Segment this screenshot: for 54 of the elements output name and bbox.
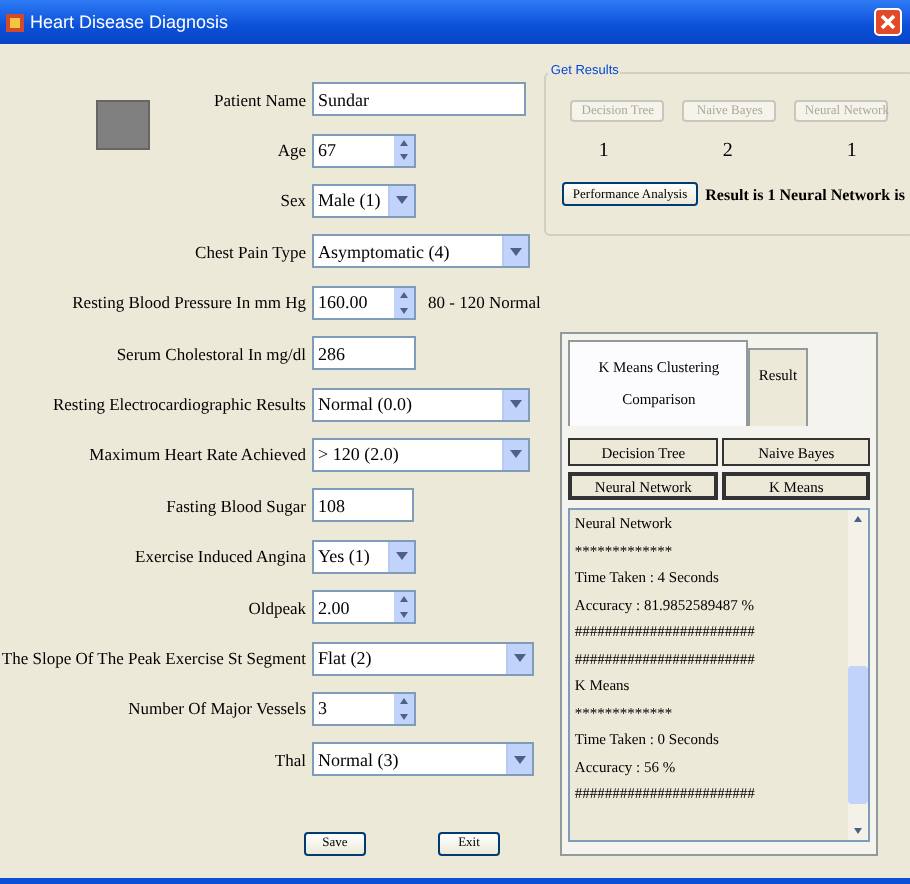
- field-label: Exercise Induced Angina: [135, 546, 306, 567]
- prediction-value: 1: [846, 140, 857, 162]
- field-label: Serum Cholestoral In mg/dl: [116, 343, 306, 364]
- field-label: The Slope Of The Peak Exercise St Segment: [1, 648, 306, 669]
- spin-field[interactable]: 2.00: [312, 590, 416, 625]
- app-icon: [6, 13, 24, 31]
- down-arrow-icon[interactable]: [400, 713, 408, 720]
- hint-text: 80 - 120 Normal: [428, 292, 541, 313]
- scroll-thumb[interactable]: [848, 666, 869, 804]
- prediction-value: 2: [722, 140, 733, 162]
- picture-box: [96, 99, 150, 150]
- dropdown-arrow-icon: [510, 400, 522, 409]
- window-title: Heart Disease Diagnosis: [30, 12, 231, 32]
- text-field[interactable]: 286: [312, 336, 416, 371]
- up-arrow-icon[interactable]: [400, 596, 408, 603]
- field-label: Thal: [274, 749, 306, 770]
- field-label: Oldpeak: [248, 597, 306, 618]
- scrollbar[interactable]: [848, 510, 869, 840]
- field-label: Chest Pain Type: [195, 241, 306, 262]
- up-arrow-icon[interactable]: [400, 698, 408, 705]
- up-arrow-icon[interactable]: [400, 139, 408, 146]
- dropdown-field[interactable]: Flat (2): [312, 641, 534, 676]
- field-label: Patient Name: [213, 89, 306, 110]
- prediction-value: 1: [598, 140, 609, 162]
- dropdown-arrow-icon: [510, 450, 522, 459]
- up-arrow-icon[interactable]: [400, 292, 408, 298]
- dropdown-field[interactable]: Yes (1): [312, 539, 416, 574]
- dropdown-field[interactable]: > 120 (2.0): [312, 437, 530, 472]
- close-icon[interactable]: [874, 8, 902, 36]
- dropdown-arrow-icon: [514, 755, 526, 764]
- dropdown-field[interactable]: Normal (3): [312, 742, 534, 777]
- dropdown-field[interactable]: Asymptomatic (4): [312, 234, 530, 269]
- spin-field[interactable]: 3: [312, 691, 416, 726]
- field-label: Resting Electrocardiographic Results: [52, 394, 306, 415]
- field-label: Maximum Heart Rate Achieved: [89, 444, 306, 465]
- dropdown-arrow-icon: [396, 196, 408, 205]
- dropdown-field[interactable]: Normal (0.0): [312, 387, 530, 422]
- field-label: Age: [277, 140, 306, 161]
- text-field[interactable]: Sundar: [312, 82, 526, 117]
- field-label: Sex: [280, 190, 306, 211]
- dropdown-arrow-icon: [396, 552, 408, 561]
- down-arrow-icon[interactable]: [400, 307, 408, 313]
- dropdown-arrow-icon: [514, 654, 526, 663]
- dropdown-field[interactable]: Male (1): [312, 183, 416, 218]
- field-label: Fasting Blood Sugar: [166, 495, 306, 516]
- field-label: Resting Blood Pressure In mm Hg: [72, 292, 306, 313]
- field-label: Number Of Major Vessels: [128, 698, 306, 719]
- dropdown-arrow-icon: [510, 247, 522, 256]
- spin-field[interactable]: 67: [312, 133, 416, 168]
- down-arrow-icon[interactable]: [400, 611, 408, 618]
- spin-field[interactable]: 160.00: [312, 285, 416, 320]
- text-field[interactable]: 108: [312, 488, 414, 523]
- result-text: Result is 1 Neural Network is: [705, 185, 905, 203]
- down-arrow-icon[interactable]: [400, 154, 408, 161]
